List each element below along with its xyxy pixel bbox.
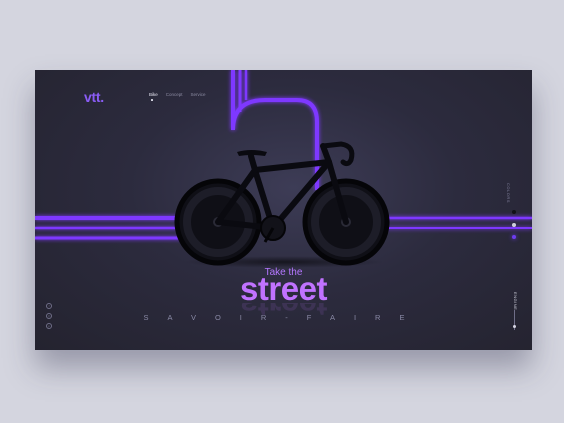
colors-label: COLORS [506, 183, 511, 203]
nav-item-concept[interactable]: Concept [166, 92, 183, 97]
social-links: f ◎ p [46, 303, 52, 329]
page-backdrop: vtt. Bike Concept Service Take the stree… [0, 0, 564, 423]
engine-label: ENGINE [513, 292, 518, 311]
swatch-black[interactable] [512, 210, 516, 214]
swatch-purple[interactable] [512, 235, 516, 239]
hero-card: vtt. Bike Concept Service Take the stree… [35, 70, 532, 350]
bike-image [174, 141, 390, 268]
main-nav: Bike Concept Service [149, 92, 206, 101]
nav-item-bike[interactable]: Bike [149, 92, 158, 101]
facebook-icon[interactable]: f [46, 303, 52, 309]
hero-tagline: SAVOIR-FAIRE [143, 313, 424, 322]
swatch-white[interactable] [512, 223, 516, 227]
pinterest-icon[interactable]: p [46, 323, 52, 329]
nav-item-service[interactable]: Service [191, 92, 206, 97]
instagram-icon[interactable]: ◎ [46, 313, 52, 319]
brand-logo[interactable]: vtt. [84, 89, 104, 105]
